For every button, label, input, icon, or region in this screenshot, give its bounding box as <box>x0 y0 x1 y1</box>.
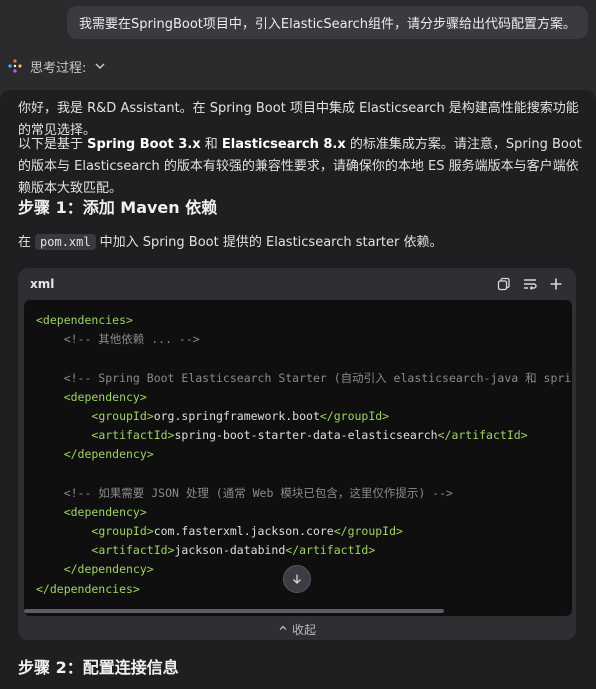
user-message-text: 我需要在SpringBoot项目中，引入ElasticSearch组件，请分步骤… <box>79 17 576 32</box>
code-line: <artifactId>spring-boot-starter-data-ela… <box>36 426 572 445</box>
chevron-down-icon[interactable] <box>94 60 106 72</box>
xml-open-tag: <artifactId> <box>91 428 175 443</box>
chevron-up-icon <box>278 622 288 636</box>
code-line: <groupId>com.fasterxml.jackson.core</gro… <box>36 522 572 541</box>
xml-close-tag: </artifactId> <box>437 428 528 443</box>
collapse-button[interactable]: 收起 <box>18 618 576 640</box>
xml-tag: <dependency> <box>36 389 147 404</box>
xml-open-tag: <groupId> <box>91 408 154 423</box>
step1-paragraph: 在 pom.xml 中加入 Spring Boot 提供的 Elasticsearc… <box>18 231 582 254</box>
thinking-label: 思考过程: <box>30 60 87 76</box>
thinking-toggle[interactable]: 思考过程: <box>8 56 106 76</box>
xml-close-tag: </groupId> <box>319 408 390 423</box>
xml-value: jackson-databind <box>174 543 286 558</box>
code-line: <dependencies> <box>36 311 572 330</box>
xml-value: org.springframework.boot <box>153 408 320 423</box>
xml-tag: </dependency> <box>36 562 154 577</box>
xml-tag: <dependency> <box>36 504 147 519</box>
xml-value: spring-boot-starter-data-elasticsearch <box>174 428 438 443</box>
user-message-bubble: 我需要在SpringBoot项目中，引入ElasticSearch组件，请分步骤… <box>67 6 588 39</box>
xml-tag: </dependencies> <box>36 581 140 596</box>
xml-open-tag: <groupId> <box>91 524 154 539</box>
code-language-label: xml <box>30 277 55 291</box>
xml-tag: <dependencies> <box>36 313 133 327</box>
code-line: <groupId>org.springframework.boot</group… <box>36 407 572 426</box>
code-block-header: xml <box>18 268 576 300</box>
step1-prefix: 在 <box>18 235 32 250</box>
collapse-label: 收起 <box>291 622 316 637</box>
assistant-answer: 你好，我是 R&D Assistant。在 Spring Boot 项目中集成 … <box>0 90 596 689</box>
horizontal-scrollbar[interactable] <box>24 609 444 613</box>
sparkle-icon <box>8 59 22 73</box>
inline-code-pom: pom.xml <box>35 234 96 250</box>
p2-bold-springboot: Spring Boot 3.x <box>87 137 201 152</box>
code-lines: <dependencies> <!-- 其他依赖 ... --> <!-- Sp… <box>36 311 572 599</box>
code-line: <!-- Spring Boot Elasticsearch Starter (… <box>36 369 572 388</box>
xml-close-tag: </groupId> <box>333 524 403 539</box>
step1-suffix: 中加入 Spring Boot 提供的 Elasticsearch starte… <box>99 235 443 250</box>
code-line: <!-- 如果需要 JSON 处理 (通常 Web 模块已包含，这里仅作提示) … <box>36 484 572 503</box>
plus-icon[interactable] <box>548 276 564 292</box>
xml-close-tag: </artifactId> <box>285 543 376 558</box>
step1-heading: 步骤 1：添加 Maven 依赖 <box>18 198 218 217</box>
xml-comment: <!-- 其他依赖 ... --> <box>36 332 200 347</box>
xml-value: com.fasterxml.jackson.core <box>153 524 334 539</box>
p2-mid: 和 <box>200 137 222 152</box>
arrow-down-icon <box>291 570 303 589</box>
code-line: <artifactId>jackson-databind</artifactId… <box>36 541 572 560</box>
code-line <box>36 349 572 368</box>
code-toolbar <box>496 276 564 292</box>
code-line: <!-- 其他依赖 ... --> <box>36 330 572 349</box>
code-line <box>36 465 572 484</box>
wrap-lines-icon[interactable] <box>522 276 538 292</box>
copy-icon[interactable] <box>496 276 512 292</box>
step2-heading: 步骤 2：配置连接信息 <box>18 658 179 677</box>
p2-prefix: 以下是基于 <box>18 137 88 152</box>
code-line: </dependency> <box>36 445 572 464</box>
version-paragraph: 以下是基于 Spring Boot 3.x 和 Elasticsearch 8.… <box>18 134 582 200</box>
xml-comment: <!-- 如果需要 JSON 处理 (通常 Web 模块已包含，这里仅作提示) … <box>36 485 453 500</box>
xml-open-tag: <artifactId> <box>91 543 175 558</box>
xml-comment: <!-- Spring Boot Elasticsearch Starter (… <box>36 370 572 385</box>
scroll-to-bottom-button[interactable] <box>283 565 311 593</box>
code-line: <dependency> <box>36 503 572 522</box>
p2-bold-elasticsearch: Elasticsearch 8.x <box>221 137 346 152</box>
code-line: <dependency> <box>36 388 572 407</box>
xml-tag: </dependency> <box>36 447 154 462</box>
